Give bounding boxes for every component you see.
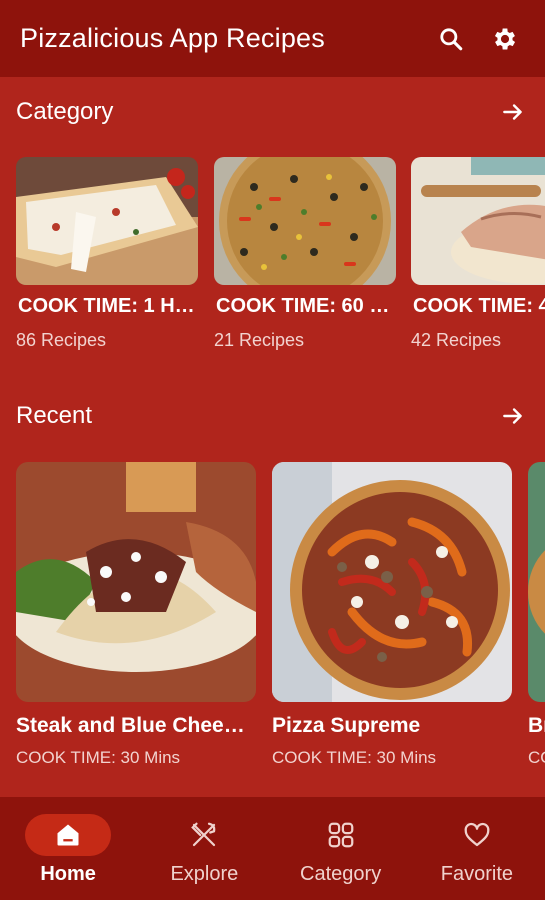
recent-section-header: Recent [0, 396, 545, 436]
recent-card[interactable]: Br CO [528, 462, 545, 768]
category-card-count: 86 Recipes [16, 330, 107, 350]
nav-label: Explore [170, 863, 239, 885]
category-section-title: Category [16, 98, 114, 125]
home-icon [57, 824, 79, 846]
recipe-image [272, 462, 512, 702]
nav-item-home[interactable]: Home [0, 797, 136, 900]
recipe-title: Pizza Supreme [272, 714, 421, 737]
nav-item-favorite[interactable]: Favorite [409, 797, 545, 900]
grid-icon [328, 822, 353, 848]
category-image [16, 157, 198, 285]
arrow-right-icon [503, 408, 522, 424]
recent-card[interactable]: Steak and Blue Cheese Pizza COOK TIME: 3… [16, 462, 256, 768]
category-card[interactable]: COOK TIME: 60 Mins 21 Recipes [214, 157, 396, 351]
search-icon [440, 27, 463, 50]
recent-card[interactable]: Pizza Supreme COOK TIME: 30 Mins [272, 462, 512, 768]
nav-item-explore[interactable]: Explore [136, 797, 272, 900]
recent-list: Steak and Blue Cheese Pizza COOK TIME: 3… [16, 462, 545, 782]
category-list: COOK TIME: 1 Hr 15 Mins 86 Recipes COOK … [16, 157, 545, 377]
category-card[interactable]: COOK TIME: 45 Mins 42 Recipes [411, 157, 545, 351]
category-section-header: Category [0, 92, 545, 132]
recipe-image [528, 462, 545, 702]
recipe-title: Steak and Blue Cheese Pizza [16, 714, 256, 737]
settings-button[interactable] [485, 19, 525, 59]
recipe-cook-time: COOK TIME: 30 Mins [16, 748, 181, 767]
category-card-title: COOK TIME: 60 Mins [216, 295, 396, 317]
app-bar: Pizzalicious App Recipes [0, 0, 545, 77]
nav-label: Home [40, 863, 96, 885]
category-card-count: 42 Recipes [411, 330, 502, 350]
recent-see-all-button[interactable] [497, 400, 529, 432]
search-button[interactable] [431, 19, 471, 59]
heart-icon [464, 822, 490, 847]
recipe-cook-time: COOK TIME: 30 Mins [272, 748, 437, 767]
category-card-count: 21 Recipes [214, 330, 305, 350]
category-image [411, 157, 545, 285]
nav-item-category[interactable]: Category [273, 797, 409, 900]
recipe-cook-time: CO [528, 748, 545, 767]
nav-label: Category [300, 863, 382, 885]
category-image [214, 157, 396, 285]
category-see-all-button[interactable] [497, 96, 529, 128]
app-title: Pizzalicious App Recipes [20, 23, 325, 53]
category-card-title: COOK TIME: 1 Hr 15 Mins [18, 295, 198, 317]
arrow-right-icon [503, 104, 522, 120]
nav-active-indicator [25, 814, 112, 856]
recipe-title: Br [528, 714, 545, 737]
category-card[interactable]: COOK TIME: 1 Hr 15 Mins 86 Recipes [16, 157, 198, 351]
bottom-navigation: Home Explore Category Favorite [0, 797, 545, 900]
nav-label: Favorite [440, 863, 513, 885]
category-card-title: COOK TIME: 45 Mins [413, 295, 545, 317]
recent-section-title: Recent [16, 402, 93, 429]
recipe-image [16, 462, 256, 702]
fork-knife-icon [191, 822, 216, 847]
gear-icon [494, 28, 516, 49]
